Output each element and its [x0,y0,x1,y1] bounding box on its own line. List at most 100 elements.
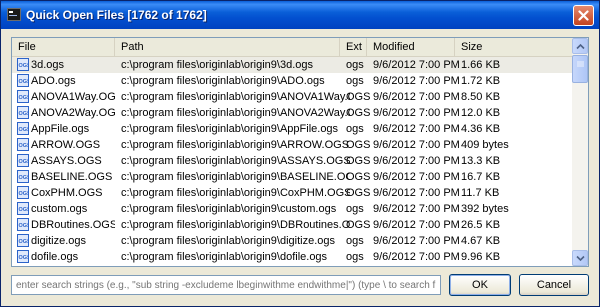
ogs-file-icon: OGS [17,58,29,71]
column-header-ext[interactable]: Ext [340,38,367,56]
table-row[interactable]: OGSANOVA1Way.OGS c:\program files\originl… [12,89,572,105]
path-cell: c:\program files\originlab\origin9\dofil… [121,251,328,263]
file-name: ADO.ogs [31,75,76,87]
scroll-up-button[interactable] [572,38,588,54]
table-row[interactable]: OGSBASELINE.OGS c:\program files\originla… [12,169,572,185]
file-name: custom.ogs [31,203,88,215]
file-name: BASELINE.OGS [31,171,113,183]
table-row[interactable]: OGScustom.ogs c:\program files\originlab\… [12,201,572,217]
close-button[interactable] [573,5,594,26]
size-cell: 11.7 KB [461,187,500,199]
app-icon [7,8,21,21]
ogs-file-icon: OGS [17,138,29,151]
file-name: ARROW.OGS [31,139,101,151]
table-row[interactable]: OGSFFTTOOL.OGSc:\program files\originlab… [12,265,572,266]
file-name: dofile.ogs [31,251,79,263]
chevron-up-icon [576,43,585,50]
file-cell: OGSCoxPHM.OGS [12,185,115,201]
table-row[interactable]: OGSAppFile.ogs c:\program files\originlab… [12,121,572,137]
svg-text:OGS: OGS [19,159,30,165]
size-cell: 1.72 KB [461,75,501,87]
file-cell: OGSFFTTOOL.OGS [12,265,115,266]
file-name: ANOVA1Way.OGS [31,91,115,103]
vertical-scrollbar[interactable] [572,38,588,266]
path-cell: c:\program files\originlab\origin9\3d.og… [121,59,313,71]
modified-cell: 9/6/2012 7:00 PM [373,139,460,151]
list-header: File Path Ext Modified Size [12,38,572,57]
svg-text:OGS: OGS [19,207,30,213]
file-name: ASSAYS.OGS [31,155,102,167]
path-cell: c:\program files\originlab\origin9\DBRou… [121,219,350,231]
ogs-file-icon: OGS [17,122,29,135]
size-cell: 16.7 KB [461,171,501,183]
path-cell: c:\program files\originlab\origin9\ANOVA… [121,107,350,119]
path-cell: c:\program files\originlab\origin9\ANOVA… [121,91,350,103]
table-row[interactable]: OGSANOVA2Way.OGS c:\program files\originl… [12,105,572,121]
file-rows: OGS3d.ogsc:\program files\originlab\orig… [12,57,572,266]
svg-text:OGS: OGS [19,143,30,149]
table-row[interactable]: OGSCoxPHM.OGS c:\program files\originlab\… [12,185,572,201]
column-header-size[interactable]: Size [455,38,572,56]
modified-cell: 9/6/2012 7:00 PM [373,75,460,87]
file-cell: OGSDBRoutines.OGS [12,217,115,233]
table-row[interactable]: OGSADO.ogs c:\program files\originlab\ori… [12,73,572,89]
svg-text:OGS: OGS [19,79,30,85]
file-cell: OGS3d.ogs [12,57,115,73]
ogs-file-icon: OGS [17,218,29,231]
column-header-modified[interactable]: Modified [367,38,455,56]
size-cell: 409 bytes [461,139,509,151]
svg-text:OGS: OGS [19,191,30,197]
path-cell: c:\program files\originlab\origin9\digit… [121,235,335,247]
close-icon [578,10,589,21]
size-cell: 4.67 KB [461,235,501,247]
grip-icon [577,61,584,67]
file-cell: OGSdigitize.ogs [12,233,115,249]
table-row[interactable]: OGSARROW.OGS c:\program files\originlab\o… [12,137,572,153]
file-cell: OGSAppFile.ogs [12,121,115,137]
path-cell: c:\program files\originlab\origin9\BASEL… [121,171,350,183]
path-cell: c:\program files\originlab\origin9\AppFi… [121,123,339,135]
table-row[interactable]: OGSdigitize.ogs c:\program files\originla… [12,233,572,249]
size-cell: 12.0 KB [461,107,501,119]
path-cell: c:\program files\originlab\origin9\ARROW… [121,139,350,151]
size-cell: 13.3 KB [461,155,501,167]
scroll-down-button[interactable] [572,250,588,266]
table-row[interactable]: OGSdofile.ogsc:\program files\originlab\… [12,249,572,265]
file-name: DBRoutines.OGS [31,219,115,231]
modified-cell: 9/6/2012 7:00 PM [373,187,460,199]
ogs-file-icon: OGS [17,170,29,183]
ok-button[interactable]: OK [449,274,511,296]
svg-text:OGS: OGS [19,223,30,229]
size-cell: 1.66 KB [461,59,501,71]
ogs-file-icon: OGS [17,202,29,215]
file-cell: OGSANOVA1Way.OGS [12,89,115,105]
ogs-file-icon: OGS [17,106,29,119]
size-cell: 4.36 KB [461,123,501,135]
size-cell: 8.85 KB [455,265,565,266]
dialog-title: Quick Open Files [1762 of 1762] [26,8,207,22]
column-header-path[interactable]: Path [115,38,340,56]
table-row[interactable]: OGSDBRoutines.OGS c:\program files\origin… [12,217,572,233]
modified-cell: 9/6/2012 7:00 PM [373,251,460,263]
file-name: ANOVA2Way.OGS [31,107,115,119]
file-name: 3d.ogs [31,59,65,71]
chevron-down-icon [576,255,585,262]
modified-cell: 9/6/2012 7:00 PM [373,171,460,183]
file-name: digitize.ogs [31,235,87,247]
ogs-file-icon: OGS [17,90,29,103]
path-cell: c:\program files\originlab\origin9\FFTTO… [115,265,350,266]
search-input[interactable] [11,275,441,295]
path-cell: c:\program files\originlab\origin9\custo… [121,203,337,215]
file-cell: OGSdofile.ogs [12,249,115,265]
file-list[interactable]: File Path Ext Modified Size OGS3d.ogsc:\… [11,37,589,267]
table-row[interactable]: OGSASSAYS.OGS c:\program files\originlab\… [12,153,572,169]
modified-cell: 9/6/2012 7:00 PM [373,107,460,119]
title-bar[interactable]: Quick Open Files [1762 of 1762] [1,1,599,29]
column-header-file[interactable]: File [12,38,115,56]
ogs-file-icon: OGS [17,154,29,167]
table-row[interactable]: OGS3d.ogs c:\program files\originlab\orig… [12,57,572,73]
cancel-button[interactable]: Cancel [519,274,589,296]
modified-cell: 9/6/2012 7:00 PM [373,155,460,167]
file-cell: OGSARROW.OGS [12,137,115,153]
scroll-thumb[interactable] [572,55,588,83]
